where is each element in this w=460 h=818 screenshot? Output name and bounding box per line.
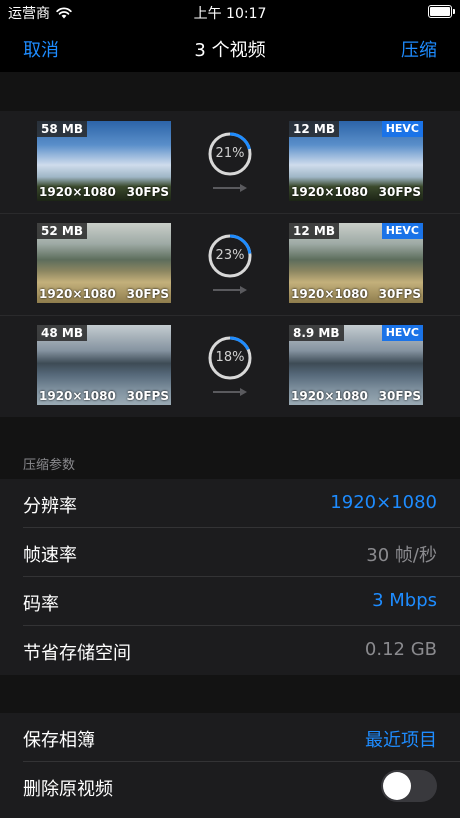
- source-thumbnail: 52 MB 1920×1080 30FPS: [37, 223, 171, 303]
- source-resolution: 1920×1080: [39, 185, 116, 199]
- bitrate-row[interactable]: 码率 3 Mbps: [0, 577, 460, 626]
- section-header: 压缩参数: [23, 458, 76, 473]
- output-resolution: 1920×1080: [291, 185, 368, 199]
- video-row[interactable]: 52 MB 1920×1080 30FPS 23% 12 MB HEVC 192…: [0, 213, 460, 316]
- source-fps: 30FPS: [126, 389, 169, 403]
- arrow-right-icon: [213, 184, 247, 192]
- status-bar: 运营商 上午 10:17: [0, 0, 460, 24]
- row-label: 删除原视频: [23, 779, 113, 800]
- source-thumbnail: 48 MB 1920×1080 30FPS: [37, 325, 171, 405]
- album-value[interactable]: 最近项目: [365, 726, 437, 752]
- output-resolution: 1920×1080: [291, 287, 368, 301]
- resolution-row[interactable]: 分辨率 1920×1080: [0, 479, 460, 528]
- framerate-value: 30 帧/秒: [366, 545, 437, 566]
- navigation-bar: 取消 3 个视频 压缩: [0, 24, 460, 72]
- output-size-badge: 12 MB: [289, 121, 339, 137]
- video-row[interactable]: 58 MB 1920×1080 30FPS 21% 12 MB HEVC 192…: [0, 111, 460, 214]
- progress-label: 21%: [215, 146, 245, 161]
- row-label: 码率: [23, 594, 59, 615]
- delete-original-toggle[interactable]: [381, 770, 437, 802]
- video-list: 58 MB 1920×1080 30FPS 21% 12 MB HEVC 192…: [0, 111, 460, 417]
- section-spacer: [0, 72, 460, 111]
- save-settings: 保存相簿 最近项目 删除原视频: [0, 713, 460, 818]
- status-time: 上午 10:17: [193, 6, 267, 22]
- output-thumbnail: 12 MB HEVC 1920×1080 30FPS: [289, 223, 423, 303]
- hevc-badge: HEVC: [381, 223, 423, 239]
- compression-settings: 分辨率 1920×1080 帧速率 30 帧/秒 码率 3 Mbps 节省存储空…: [0, 479, 460, 675]
- source-resolution: 1920×1080: [39, 287, 116, 301]
- output-size-badge: 8.9 MB: [289, 325, 344, 341]
- hevc-badge: HEVC: [381, 325, 423, 341]
- framerate-row: 帧速率 30 帧/秒: [0, 528, 460, 577]
- compress-button[interactable]: 压缩: [401, 36, 437, 62]
- source-resolution: 1920×1080: [39, 389, 116, 403]
- delete-original-row: 删除原视频: [0, 762, 460, 811]
- output-thumbnail: 8.9 MB HEVC 1920×1080 30FPS: [289, 325, 423, 405]
- output-fps: 30FPS: [378, 185, 421, 199]
- arrow-right-icon: [213, 286, 247, 294]
- battery-icon: [428, 5, 455, 18]
- bitrate-value[interactable]: 3 Mbps: [372, 590, 437, 611]
- source-fps: 30FPS: [126, 185, 169, 199]
- source-size-badge: 52 MB: [37, 223, 87, 239]
- album-row[interactable]: 保存相簿 最近项目: [0, 713, 460, 762]
- video-row[interactable]: 48 MB 1920×1080 30FPS 18% 8.9 MB HEVC 19…: [0, 315, 460, 417]
- section-spacer: [0, 675, 460, 713]
- output-thumbnail: 12 MB HEVC 1920×1080 30FPS: [289, 121, 423, 201]
- row-label: 节省存储空间: [23, 643, 131, 664]
- row-label: 帧速率: [23, 545, 77, 566]
- source-size-badge: 58 MB: [37, 121, 87, 137]
- toggle-knob: [383, 772, 411, 800]
- progress-label: 23%: [215, 248, 245, 263]
- arrow-right-icon: [213, 388, 247, 396]
- row-label: 保存相簿: [23, 730, 95, 751]
- output-fps: 30FPS: [378, 287, 421, 301]
- progress-label: 18%: [215, 350, 245, 365]
- storage-saved-value: 0.12 GB: [364, 639, 437, 660]
- source-thumbnail: 58 MB 1920×1080 30FPS: [37, 121, 171, 201]
- output-size-badge: 12 MB: [289, 223, 339, 239]
- source-size-badge: 48 MB: [37, 325, 87, 341]
- hevc-badge: HEVC: [381, 121, 423, 137]
- page-title: 3 个视频: [194, 40, 266, 61]
- row-label: 分辨率: [23, 496, 77, 517]
- resolution-value[interactable]: 1920×1080: [330, 492, 437, 513]
- storage-saved-row: 节省存储空间 0.12 GB: [0, 626, 460, 675]
- output-fps: 30FPS: [378, 389, 421, 403]
- output-resolution: 1920×1080: [291, 389, 368, 403]
- source-fps: 30FPS: [126, 287, 169, 301]
